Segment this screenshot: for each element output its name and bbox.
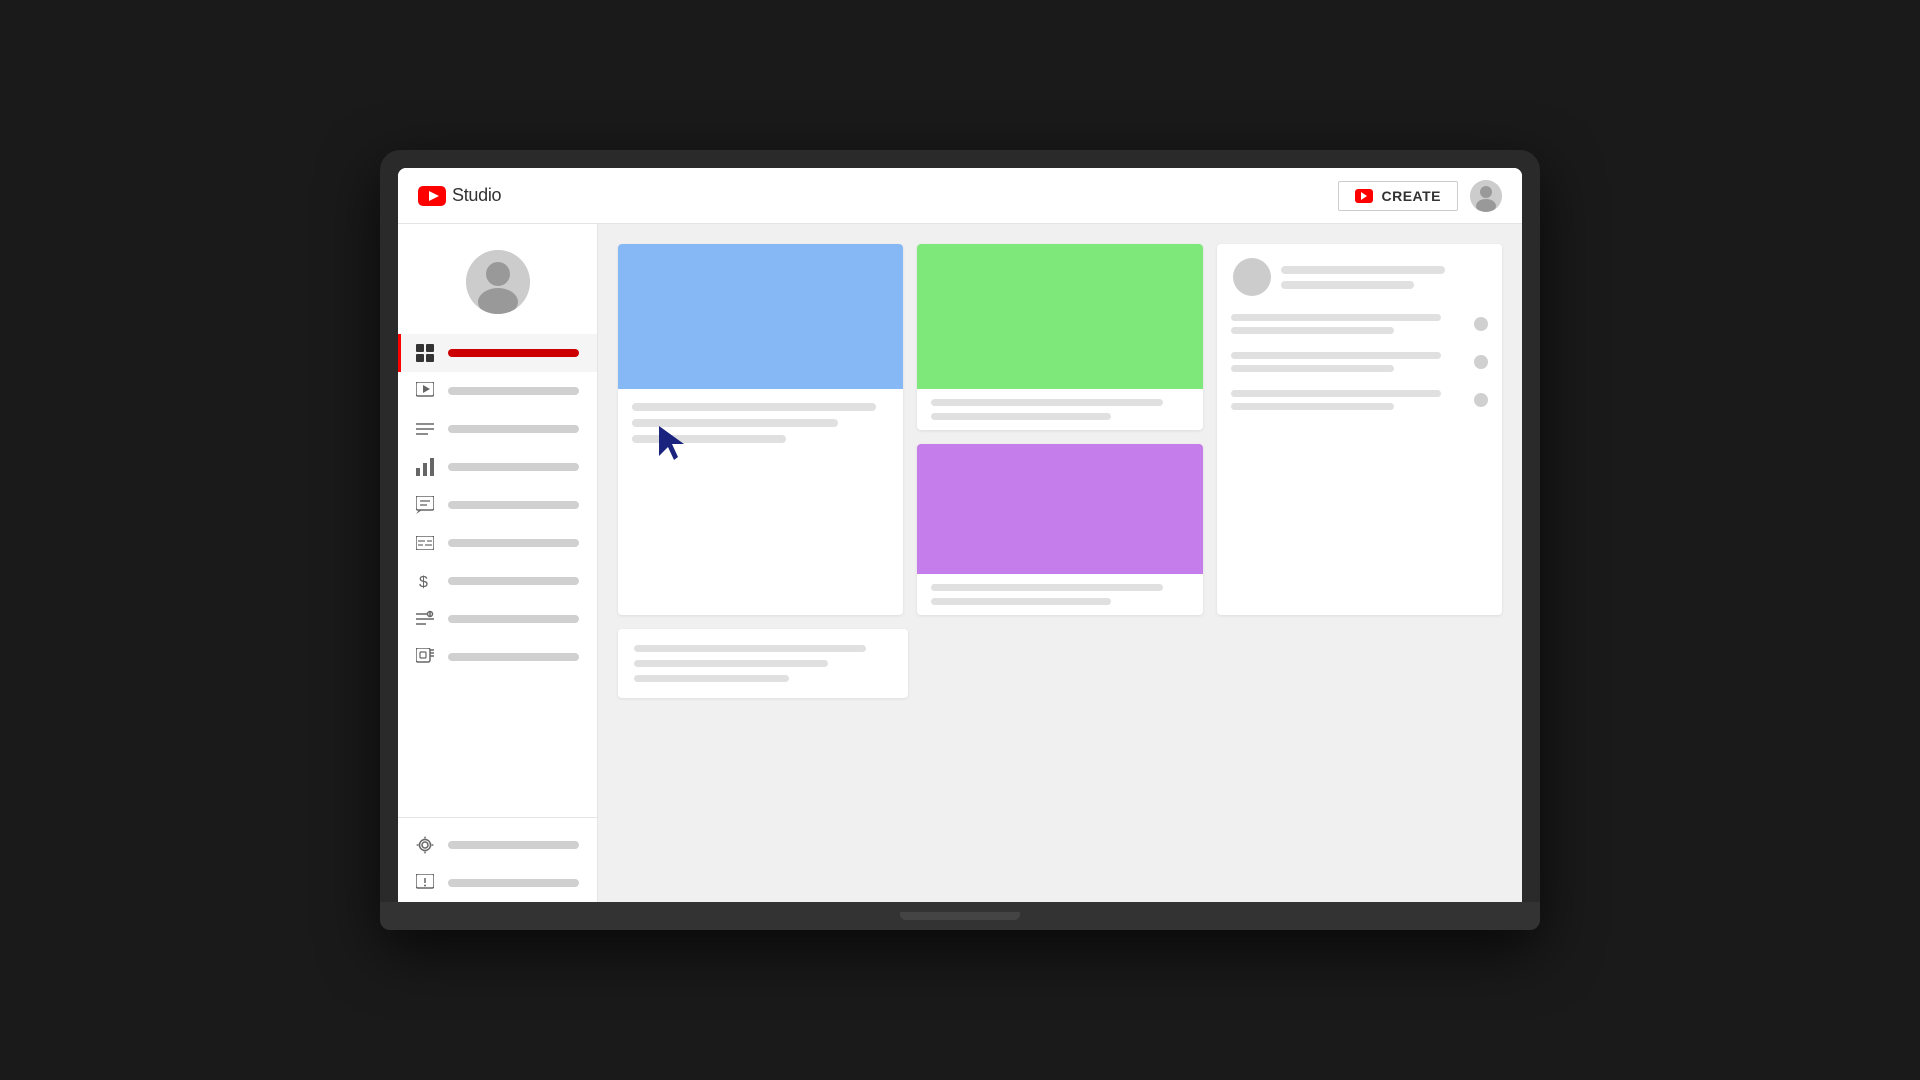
laptop-notch	[900, 912, 1020, 920]
customization-icon	[416, 610, 434, 628]
mouse-cursor	[656, 424, 688, 462]
youtube-logo: Studio	[418, 185, 501, 206]
blue-line1	[632, 403, 876, 411]
profile-row	[1217, 244, 1502, 306]
audio-label	[448, 653, 579, 661]
card-green-body	[917, 389, 1202, 430]
studio-label: Studio	[452, 185, 501, 206]
main-grid	[618, 244, 1502, 615]
sidebar-item-settings[interactable]	[398, 826, 597, 864]
cursor-container	[656, 424, 688, 467]
sidebar-item-audio[interactable]	[398, 638, 597, 676]
sidebar-item-monetization[interactable]: $	[398, 562, 597, 600]
subtitles-label	[448, 539, 579, 547]
sidebar-item-analytics[interactable]	[398, 448, 597, 486]
sidebar: $	[398, 224, 598, 902]
playlists-label	[448, 425, 579, 433]
app-header: Studio CREATE	[398, 168, 1522, 224]
content-area	[598, 224, 1522, 902]
list-row-1	[1231, 314, 1488, 334]
card-purple-body	[917, 574, 1202, 615]
monetization-icon: $	[416, 572, 434, 590]
analytics-label	[448, 463, 579, 471]
comments-icon	[416, 496, 434, 514]
create-label: CREATE	[1381, 188, 1441, 204]
profile-text	[1281, 266, 1486, 289]
youtube-icon	[418, 186, 446, 206]
create-button[interactable]: CREATE	[1338, 181, 1458, 211]
card-purple	[917, 444, 1202, 615]
analytics-icon	[416, 458, 434, 476]
svg-text:$: $	[419, 574, 428, 590]
sidebar-item-feedback[interactable]	[398, 864, 597, 902]
laptop-frame: Studio CREATE	[380, 150, 1540, 930]
monetization-label	[448, 577, 579, 585]
sidebar-item-subtitles[interactable]	[398, 524, 597, 562]
playlists-icon	[416, 420, 434, 438]
bottom-row	[618, 629, 1502, 698]
sidebar-item-customization[interactable]	[398, 600, 597, 638]
blue-thumbnail	[618, 244, 903, 389]
card-text	[618, 629, 908, 698]
sidebar-bottom	[398, 817, 597, 902]
header-right: CREATE	[1338, 180, 1502, 212]
laptop-base	[380, 902, 1540, 930]
purple-thumbnail	[917, 444, 1202, 574]
list-row-2	[1231, 352, 1488, 372]
profile-circle	[1233, 258, 1271, 296]
settings-icon	[416, 836, 434, 854]
sidebar-item-content[interactable]	[398, 372, 597, 410]
audio-icon	[416, 648, 434, 666]
dashboard-icon	[416, 344, 434, 362]
customization-label	[448, 615, 579, 623]
list-row-3	[1231, 390, 1488, 410]
header-left: Studio	[418, 185, 501, 206]
card-green	[917, 244, 1202, 430]
user-avatar-button[interactable]	[1470, 180, 1502, 212]
card-blue	[618, 244, 903, 615]
dashboard-label	[448, 349, 579, 357]
list-rows	[1217, 306, 1502, 436]
card-profile	[1217, 244, 1502, 615]
comments-label	[448, 501, 579, 509]
feedback-label	[448, 879, 579, 887]
content-label	[448, 387, 579, 395]
laptop-screen: Studio CREATE	[398, 168, 1522, 902]
main-content: $	[398, 224, 1522, 902]
create-video-icon	[1355, 189, 1373, 203]
sidebar-item-dashboard[interactable]	[398, 334, 597, 372]
sidebar-profile	[398, 234, 597, 334]
sidebar-item-comments[interactable]	[398, 486, 597, 524]
avatar-icon	[466, 250, 530, 314]
subtitles-icon	[416, 534, 434, 552]
feedback-icon	[416, 874, 434, 892]
user-icon	[1470, 180, 1502, 212]
channel-avatar[interactable]	[466, 250, 530, 314]
green-thumbnail	[917, 244, 1202, 389]
youtube-studio-app: Studio CREATE	[398, 168, 1522, 902]
sidebar-item-playlists[interactable]	[398, 410, 597, 448]
content-icon	[416, 382, 434, 400]
sidebar-nav: $	[398, 334, 597, 902]
settings-label	[448, 841, 579, 849]
